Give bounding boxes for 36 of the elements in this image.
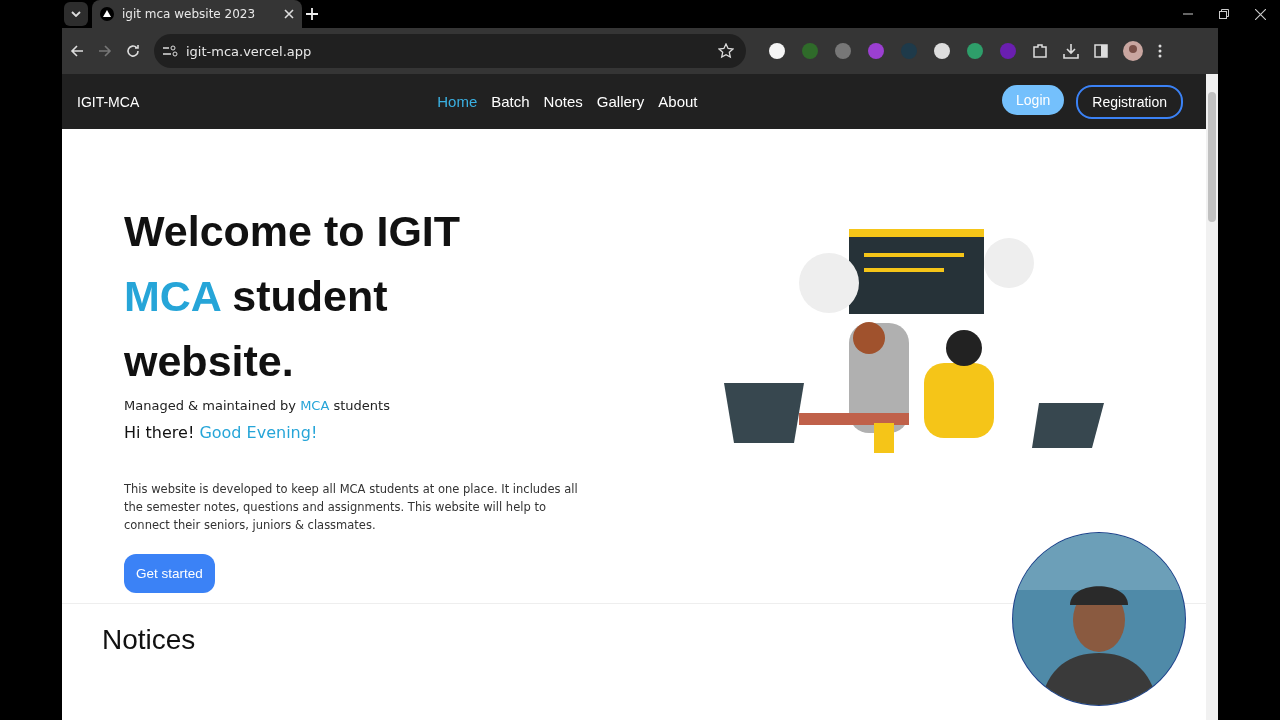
hero-title: Welcome to IGIT MCA student website. [124, 206, 462, 387]
get-started-button[interactable]: Get started [124, 554, 215, 593]
brand: IGIT-MCA [77, 93, 140, 110]
nav-link[interactable]: Home [437, 93, 478, 110]
address-bar[interactable]: igit-mca.vercel.app [154, 34, 746, 68]
close-icon[interactable] [284, 9, 294, 19]
reload-icon[interactable] [126, 44, 140, 58]
side-panel-icon[interactable] [1094, 44, 1108, 58]
forward-icon[interactable] [98, 44, 112, 58]
download-icon[interactable] [1063, 43, 1079, 59]
avatar-icon[interactable] [1123, 41, 1143, 61]
back-icon[interactable] [70, 44, 84, 58]
section-heading: Notices [102, 624, 197, 656]
puzzle-icon[interactable] [1032, 43, 1048, 59]
new-tab-icon[interactable] [306, 8, 318, 20]
tab-title: igit mca website 2023 [122, 7, 257, 21]
nav-link[interactable]: Gallery [596, 93, 645, 110]
tab-search-button[interactable] [64, 2, 88, 26]
browser-tab[interactable]: igit mca website 2023 [92, 0, 302, 28]
close-icon[interactable] [1255, 8, 1266, 20]
url-text: igit-mca.vercel.app [186, 43, 313, 59]
restore-icon[interactable] [1219, 8, 1229, 19]
scrollbar[interactable] [1206, 74, 1218, 720]
nav-link[interactable]: Batch [491, 93, 530, 110]
site-settings-icon[interactable] [162, 44, 178, 58]
registration-button[interactable]: Registration [1076, 84, 1183, 119]
subtitle: Managed & maintained by MCA students [124, 398, 391, 413]
extension-icon[interactable] [834, 42, 852, 60]
menu-icon[interactable] [1158, 44, 1162, 58]
nav-link[interactable]: About [658, 93, 698, 110]
description: This website is developed to keep all MCA students at one place. It includes all the semester notes, questions and assignments. This website will help to connect their seniors, juniors & classmates. [124, 481, 579, 534]
greeting: Hi there! Good Evening! [124, 423, 319, 442]
caret-icon [71, 11, 81, 17]
star-icon[interactable] [718, 43, 734, 59]
nav-link[interactable]: Notes [543, 93, 583, 110]
site-icon [100, 7, 114, 21]
